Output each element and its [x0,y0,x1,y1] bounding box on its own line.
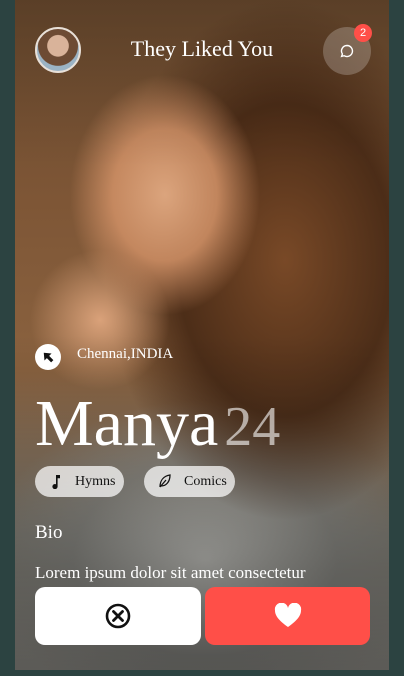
heart-icon [274,603,302,627]
interest-label: Comics [184,474,227,489]
bio-text: Lorem ipsum dolor sit amet consectetur [35,563,306,582]
interest-label: Hymns [75,474,116,489]
location-text: Chennai,INDIA [77,346,174,362]
dislike-button[interactable] [35,587,201,645]
interest-chip-hymns[interactable]: Hymns [35,466,124,497]
interest-chip-comics[interactable]: Comics [144,466,235,497]
close-circle-icon [105,603,131,629]
like-button[interactable] [205,587,370,645]
profile-age: 24 [224,396,281,458]
bio-heading: Bio [35,522,63,543]
leaf-icon [159,474,171,488]
music-note-icon [52,475,60,489]
chat-icon [340,44,354,58]
message-count-badge: 2 [354,24,372,42]
profile-name: Manya [35,387,219,460]
profile-card: They Liked You 2 Chennai,INDIA Manya 24 H… [15,0,389,670]
location-arrow-icon [35,344,61,370]
